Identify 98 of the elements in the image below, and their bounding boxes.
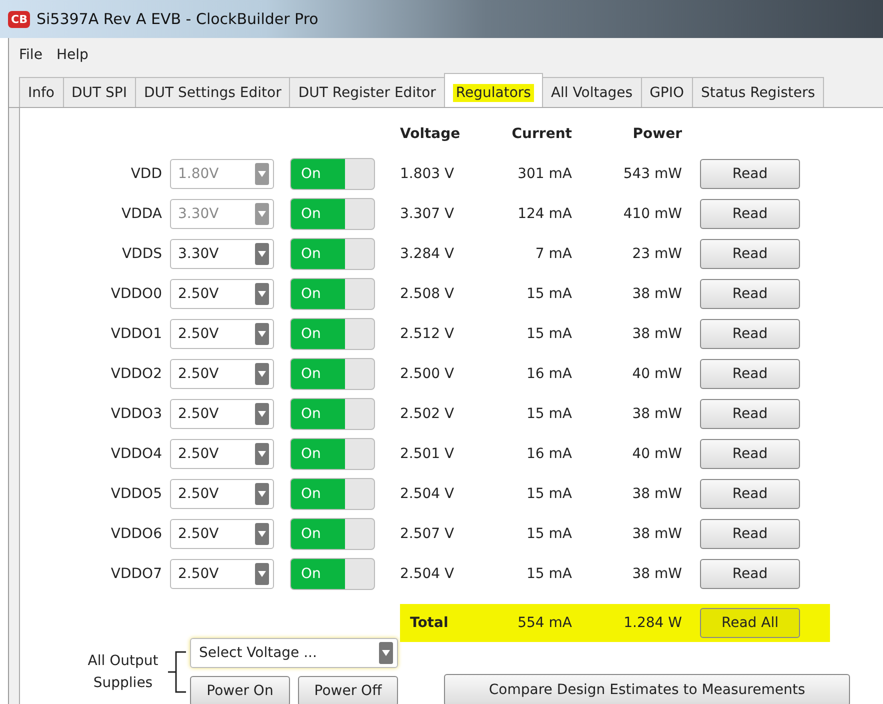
power-reading: 410 mW: [622, 206, 683, 222]
dropdown-caret-icon: [258, 211, 266, 217]
total-power: 1.284 W: [622, 615, 683, 631]
power-reading: 38 mW: [631, 526, 683, 542]
total-label: Total: [409, 615, 450, 631]
dropdown-caret-icon: [258, 531, 266, 537]
voltage-reading: 2.504 V: [400, 566, 456, 582]
tab[interactable]: Regulators: [444, 73, 543, 107]
current-reading: 301 mA: [516, 166, 573, 182]
compare-button[interactable]: Compare Design Estimates to Measurements: [444, 674, 850, 704]
power-reading: 38 mW: [631, 406, 683, 422]
current-reading: 15 mA: [526, 406, 573, 422]
app-logo: CB: [8, 10, 30, 28]
power-reading: 543 mW: [622, 166, 683, 182]
regulator-label: VDDO7: [110, 566, 163, 582]
dropdown-caret-icon: [258, 571, 266, 577]
power-reading: 38 mW: [631, 326, 683, 342]
dropdown-caret-icon: [258, 331, 266, 337]
dropdown-caret-icon: [258, 371, 266, 377]
voltage-dropdown[interactable]: 2.50V: [170, 359, 274, 389]
read-button[interactable]: Read: [700, 519, 800, 549]
read-all-button[interactable]: Read All: [700, 608, 800, 638]
regulator-label: VDDO2: [110, 366, 163, 382]
read-button[interactable]: Read: [700, 279, 800, 309]
power-reading: 38 mW: [631, 486, 683, 502]
voltage-reading: 2.504 V: [400, 486, 456, 502]
power-reading: 38 mW: [631, 286, 683, 302]
voltage-reading: 3.307 V: [400, 206, 456, 222]
tab[interactable]: Status Registers: [692, 77, 824, 107]
power-button[interactable]: Power On: [190, 676, 290, 704]
read-button[interactable]: Read: [700, 479, 800, 509]
regulator-label: VDDO0: [110, 286, 163, 302]
read-button[interactable]: Read: [700, 239, 800, 269]
current-reading: 15 mA: [526, 486, 573, 502]
voltage-reading: 2.507 V: [400, 526, 456, 542]
dropdown-caret-icon: [258, 411, 266, 417]
voltage-dropdown[interactable]: 3.30V: [170, 239, 274, 269]
tab[interactable]: DUT Register Editor: [289, 77, 445, 107]
menu-item[interactable]: File: [19, 47, 42, 63]
power-reading: 40 mW: [631, 446, 683, 462]
current-reading: 15 mA: [526, 326, 573, 342]
regulator-label: VDDO4: [110, 446, 163, 462]
tab[interactable]: All Voltages: [542, 77, 642, 107]
regulator-label: VDDO1: [110, 326, 163, 342]
current-reading: 124 mA: [516, 206, 573, 222]
voltage-reading: 3.284 V: [400, 246, 456, 262]
current-reading: 16 mA: [526, 366, 573, 382]
voltage-dropdown[interactable]: 2.50V: [170, 559, 274, 589]
voltage-dropdown[interactable]: 2.50V: [170, 279, 274, 309]
regulator-label: VDDS: [120, 246, 163, 262]
read-button[interactable]: Read: [700, 359, 800, 389]
read-button[interactable]: Read: [700, 319, 800, 349]
regulator-label: VDDO5: [110, 486, 163, 502]
power-reading: 23 mW: [631, 246, 683, 262]
voltage-reading: 2.512 V: [400, 326, 456, 342]
read-button[interactable]: Read: [700, 399, 800, 429]
regulator-label: VDD: [130, 166, 163, 182]
read-button[interactable]: Read: [700, 439, 800, 469]
regulator-label: VDDA: [120, 206, 163, 222]
dropdown-caret-icon: [258, 291, 266, 297]
tab[interactable]: GPIO: [640, 77, 694, 107]
regulator-label: VDDO3: [110, 406, 163, 422]
tab[interactable]: DUT Settings Editor: [135, 77, 290, 107]
current-reading: 7 mA: [534, 246, 573, 262]
voltage-dropdown[interactable]: 2.50V: [170, 399, 274, 429]
regulator-label: VDDO6: [110, 526, 163, 542]
current-reading: 15 mA: [526, 526, 573, 542]
dropdown-caret-icon: [258, 171, 266, 177]
column-header: Current: [510, 126, 573, 144]
voltage-reading: 1.803 V: [400, 166, 456, 182]
dropdown-caret-icon: [258, 491, 266, 497]
voltage-reading: 2.508 V: [400, 286, 456, 302]
voltage-dropdown[interactable]: 2.50V: [170, 319, 274, 349]
tab[interactable]: DUT SPI: [62, 77, 136, 107]
dropdown-caret-icon: [258, 451, 266, 457]
voltage-reading: 2.500 V: [400, 366, 456, 382]
voltage-dropdown[interactable]: 2.50V: [170, 439, 274, 469]
total-current: 554 mA: [516, 615, 573, 631]
current-reading: 15 mA: [526, 286, 573, 302]
voltage-dropdown[interactable]: 2.50V: [170, 519, 274, 549]
power-reading: 38 mW: [631, 566, 683, 582]
column-header: Voltage: [400, 126, 462, 144]
menu-item[interactable]: Help: [56, 47, 88, 63]
voltage-reading: 2.502 V: [400, 406, 456, 422]
voltage-dropdown[interactable]: 2.50V: [170, 479, 274, 509]
window-title: Si5397A Rev A EVB - ClockBuilder Pro: [36, 10, 318, 28]
voltage-reading: 2.501 V: [400, 446, 456, 462]
current-reading: 16 mA: [526, 446, 573, 462]
power-button[interactable]: Power Off: [298, 676, 398, 704]
read-button[interactable]: Read: [700, 559, 800, 589]
column-header: Power: [632, 126, 683, 144]
current-reading: 15 mA: [526, 566, 573, 582]
tab[interactable]: Info: [19, 77, 64, 107]
power-reading: 40 mW: [631, 366, 683, 382]
dropdown-caret-icon: [258, 251, 266, 257]
dropdown-caret-icon: [382, 650, 390, 656]
all-outputs-label: All Output Supplies: [86, 652, 160, 693]
voltage-select[interactable]: Select Voltage ...: [190, 638, 398, 668]
